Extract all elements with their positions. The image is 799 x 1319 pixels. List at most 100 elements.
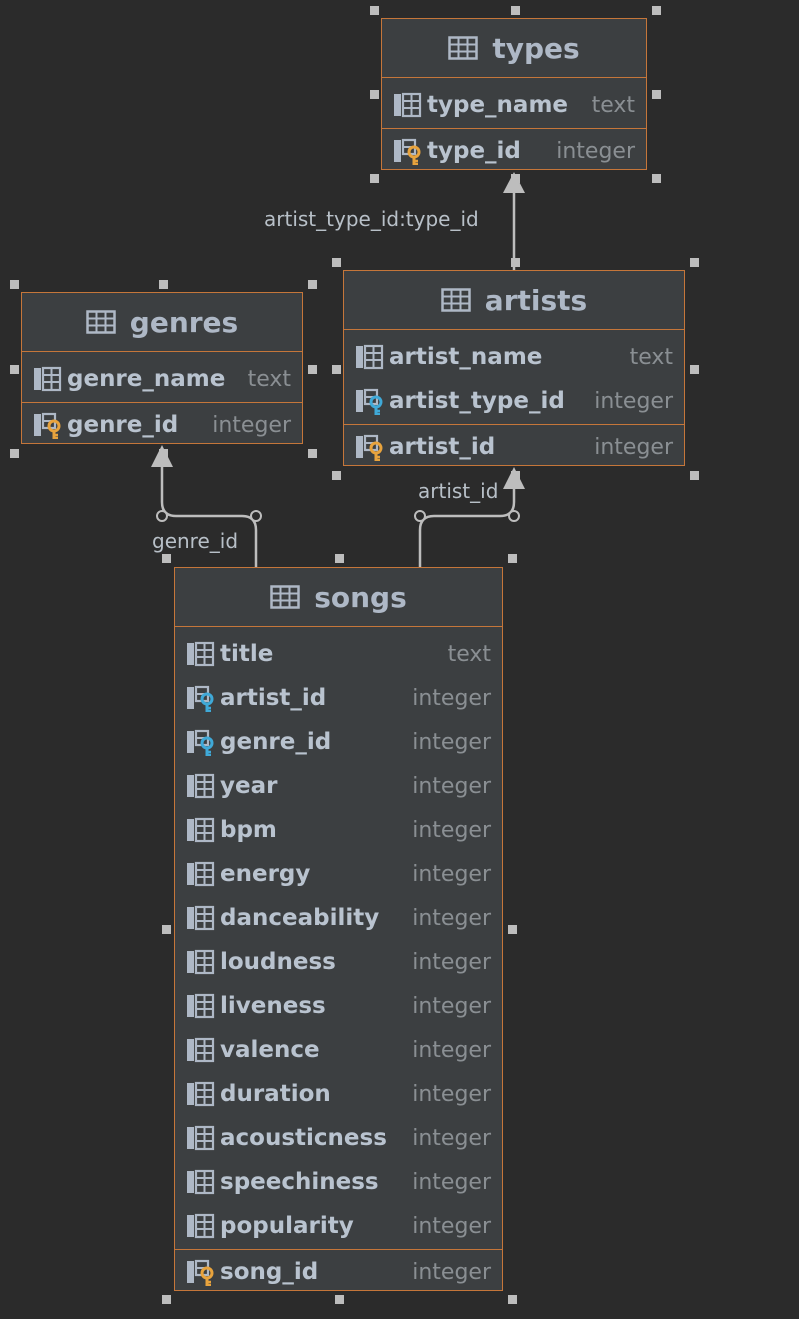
relation-songs-artists-dot [414,510,426,522]
column-type: integer [556,138,635,164]
resize-handle[interactable] [159,449,168,458]
resize-handle[interactable] [508,554,517,563]
resize-handle[interactable] [511,6,520,15]
column-icon [186,640,220,668]
resize-handle[interactable] [332,258,341,267]
column-row[interactable]: genre_name text [22,357,302,401]
resize-handle[interactable] [308,280,317,289]
column-icon [186,772,220,800]
column-name: genre_id [220,729,332,755]
column-icon [186,1212,220,1240]
resize-handle[interactable] [511,258,520,267]
column-row[interactable]: liveness integer [175,984,502,1028]
column-icon [186,860,220,888]
table-types[interactable]: types type_name text type_id integer [381,18,647,170]
column-row[interactable]: genre_id integer [175,720,502,764]
resize-handle[interactable] [511,471,520,480]
column-icon [186,1124,220,1152]
primary-key-row[interactable]: type_id integer [382,129,646,173]
resize-handle[interactable] [370,6,379,15]
table-songs[interactable]: songs title text artist_id integer genre_id i… [174,567,503,1291]
column-row[interactable]: energy integer [175,852,502,896]
column-row[interactable]: danceability integer [175,896,502,940]
column-list: title text artist_id integer genre_id integer… [175,627,502,1294]
resize-handle[interactable] [335,554,344,563]
column-row[interactable]: loudness integer [175,940,502,984]
resize-handle[interactable] [508,925,517,934]
resize-handle[interactable] [10,280,19,289]
column-list: artist_name text artist_type_id integer arti… [344,330,684,469]
column-row[interactable]: popularity integer [175,1204,502,1248]
resize-handle[interactable] [652,174,661,183]
column-type: integer [594,388,673,414]
table-header[interactable]: artists [344,271,684,330]
column-name: loudness [220,949,336,975]
column-row[interactable]: type_name text [382,83,646,127]
column-row[interactable]: artist_id integer [175,676,502,720]
resize-handle[interactable] [308,449,317,458]
column-name: type_name [427,92,569,118]
resize-handle[interactable] [332,471,341,480]
resize-handle[interactable] [690,365,699,374]
resize-handle[interactable] [162,1295,171,1304]
resize-handle[interactable] [10,449,19,458]
column-type: integer [412,1037,491,1063]
table-artists[interactable]: artists artist_name text artist_type_id int… [343,270,685,466]
resize-handle[interactable] [10,365,19,374]
table-header[interactable]: songs [175,568,502,627]
column-icon [186,992,220,1020]
column-icon [186,1036,220,1064]
resize-handle[interactable] [690,258,699,267]
primary-key-icon [393,137,427,165]
column-row[interactable]: duration integer [175,1072,502,1116]
column-name: speechiness [220,1169,379,1195]
column-icon [33,365,67,393]
column-name: danceability [220,905,380,931]
resize-handle[interactable] [162,925,171,934]
column-name: liveness [220,993,326,1019]
column-row[interactable]: artist_type_id integer [344,379,684,423]
column-list: genre_name text genre_id integer [22,352,302,447]
primary-key-row[interactable]: artist_id integer [344,425,684,469]
resize-handle[interactable] [508,1295,517,1304]
resize-handle[interactable] [511,174,520,183]
foreign-key-icon [186,684,220,712]
resize-handle[interactable] [652,90,661,99]
column-row[interactable]: speechiness integer [175,1160,502,1204]
resize-handle[interactable] [370,174,379,183]
column-row[interactable]: bpm integer [175,808,502,852]
foreign-key-icon [355,387,389,415]
resize-handle[interactable] [162,554,171,563]
column-type: integer [412,1081,491,1107]
resize-handle[interactable] [159,280,168,289]
resize-handle[interactable] [690,471,699,480]
relation-songs-artists-dot [508,510,520,522]
primary-key-row[interactable]: song_id integer [175,1250,502,1294]
column-row[interactable]: title text [175,632,502,676]
table-genres[interactable]: genres genre_name text genre_id integer [21,292,303,444]
primary-key-icon [33,411,67,439]
column-list: type_name text type_id integer [382,78,646,173]
resize-handle[interactable] [308,365,317,374]
relation-songs-genres-dot [156,510,168,522]
column-name: genre_name [67,366,226,392]
column-type: integer [412,1213,491,1239]
resize-handle[interactable] [332,365,341,374]
column-type: integer [412,861,491,887]
primary-key-row[interactable]: genre_id integer [22,403,302,447]
column-icon [186,1168,220,1196]
resize-handle[interactable] [335,1295,344,1304]
table-icon [270,585,300,609]
table-header[interactable]: genres [22,293,302,352]
column-row[interactable]: year integer [175,764,502,808]
table-title: types [492,31,580,65]
relation-label-songs-genres: genre_id [152,529,239,553]
table-icon [448,36,479,60]
table-header[interactable]: types [382,19,646,78]
resize-handle[interactable] [370,90,379,99]
column-row[interactable]: acousticness integer [175,1116,502,1160]
column-row[interactable]: artist_name text [344,335,684,379]
resize-handle[interactable] [652,6,661,15]
column-type: integer [412,773,491,799]
column-row[interactable]: valence integer [175,1028,502,1072]
